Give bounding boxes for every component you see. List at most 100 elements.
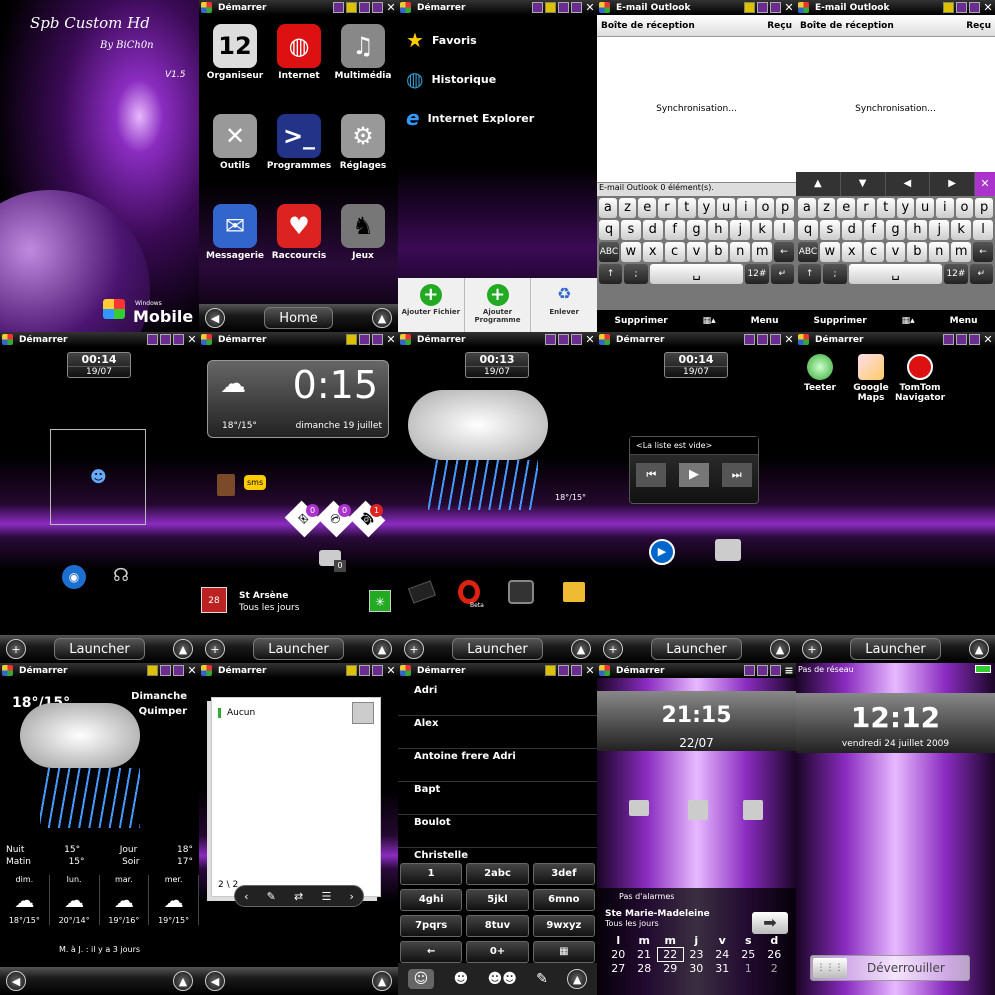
status-title[interactable]: E-mail Outlook [815,3,942,13]
calendar-day[interactable]: 21 [631,948,657,962]
key[interactable]: g [686,220,707,240]
list-item[interactable]: Alex [398,716,597,749]
up-icon[interactable]: ▲ [570,639,591,659]
key[interactable]: ABC [599,242,619,262]
key[interactable]: ↑ [599,264,623,284]
delete-softkey[interactable]: Supprimer [813,316,866,326]
start-icon[interactable] [400,2,411,13]
home-button[interactable]: Home [264,307,333,329]
menu-softkey[interactable]: Menu [751,316,779,326]
add-file-button[interactable]: + Ajouter Fichier [398,278,465,332]
status-title[interactable]: Démarrer [218,335,345,345]
clock-widget[interactable]: 00:14 19/07 [67,352,131,378]
list-item[interactable]: Antoine frere Adri [398,749,597,782]
calendar-day[interactable]: 22 [656,947,684,962]
key[interactable]: l [774,220,795,240]
key[interactable]: s [620,220,641,240]
dial-key[interactable]: 3def [532,863,595,885]
dial-key[interactable]: 9wxyz [532,915,595,937]
key[interactable]: m [752,242,773,262]
key[interactable]: v [885,242,906,262]
play-icon[interactable]: ▶ [678,463,709,487]
add-icon[interactable]: + [404,639,424,659]
start-icon[interactable] [798,2,809,13]
start-item[interactable]: ✉ Messagerie [205,204,265,261]
key[interactable]: h [907,220,928,240]
key[interactable]: a [798,198,816,218]
key[interactable]: y [896,198,915,218]
close-keyboard-icon[interactable]: ✕ [975,172,995,196]
next-icon[interactable]: ⏭ [721,463,752,487]
fav-item-historique[interactable]: ◍ Historique [406,67,496,91]
status-title[interactable]: Démarrer [417,666,544,676]
mail-icon[interactable] [629,800,649,816]
app-tomtom[interactable]: TomTom Navigator [895,354,945,403]
key[interactable]: ← [973,242,994,262]
satellite-icon[interactable]: ☊ [113,565,129,586]
calendar-day[interactable]: 25 [735,948,761,962]
launcher-button[interactable]: Launcher [850,638,941,660]
close-icon[interactable]: ✕ [981,1,995,14]
key[interactable]: 12# [944,264,968,284]
status-title[interactable]: E-mail Outlook [616,3,743,13]
phone-icon[interactable] [688,800,708,820]
dial-key[interactable]: 6mno [532,889,595,911]
sort-dropdown[interactable]: Reçu [767,21,792,31]
key[interactable]: c [863,242,884,262]
close-icon[interactable]: ✕ [185,664,199,677]
status-title[interactable]: Démarrer [19,666,146,676]
clock-widget[interactable]: 00:13 19/07 [465,352,529,378]
key[interactable]: ␣ [649,264,744,284]
key[interactable]: w [819,242,840,262]
calendar-day[interactable]: 31 [709,962,735,976]
key[interactable]: t [876,198,895,218]
key[interactable]: o [756,198,775,218]
add-icon[interactable]: + [802,639,822,659]
remove-button[interactable]: ♻ Enlever [531,278,597,332]
add-icon[interactable]: + [603,639,623,659]
add-program-button[interactable]: + Ajouter Programme [465,278,532,332]
unlock-slider[interactable]: ⋮⋮⋮ Déverrouiller [810,955,970,981]
key[interactable]: p [975,198,994,218]
key[interactable]: k [951,220,972,240]
key[interactable]: ← [774,242,795,262]
app-teeter[interactable]: Teeter [802,354,838,393]
start-item[interactable]: ⚙ Réglages [333,114,393,171]
up-icon[interactable]: ▲ [371,639,392,659]
key[interactable]: g [885,220,906,240]
key[interactable]: f [664,220,685,240]
start-item[interactable]: ♞ Jeux [333,204,393,261]
start-item[interactable]: ✕ Outils [205,114,265,171]
menu-softkey[interactable]: Menu [950,316,978,326]
status-title[interactable]: Démarrer [417,3,531,13]
dial-key[interactable]: 1 [400,863,463,885]
start-icon[interactable] [798,334,809,345]
calendar-day[interactable]: 28 [631,962,657,976]
prev-icon[interactable]: ‹ [244,890,248,903]
calendar-day[interactable]: 2 [761,962,787,976]
dial-key[interactable]: 8tuv [466,915,529,937]
key[interactable]: e [638,198,657,218]
close-icon[interactable]: ≡ [782,664,796,677]
start-icon[interactable] [201,2,212,13]
back-icon[interactable]: ◀ [6,971,26,991]
htc-clock-widget[interactable]: ☁ 0:15 18°/15° dimanche 19 juillet [207,360,389,438]
contacts-icon[interactable] [217,474,235,496]
rain-cloud-icon[interactable] [408,390,548,460]
status-title[interactable]: Démarrer [815,335,942,345]
key[interactable]: f [863,220,884,240]
start-icon[interactable] [201,334,212,345]
sort-dropdown[interactable]: Reçu [966,21,991,31]
sync-icon[interactable]: ⇄ [294,890,303,903]
start-item[interactable]: 12 Organiseur [205,24,265,81]
fav-item-favoris[interactable]: ★ Favoris [406,28,477,52]
list-item[interactable]: Boulot [398,815,597,848]
key[interactable]: i [935,198,954,218]
opera-icon[interactable] [458,580,480,604]
add-icon[interactable]: + [6,639,26,659]
key[interactable]: n [730,242,751,262]
camera-icon[interactable] [508,580,534,604]
status-title[interactable]: Démarrer [417,335,544,345]
close-icon[interactable]: ✕ [384,664,398,677]
up-icon[interactable]: ▲ [372,971,392,991]
